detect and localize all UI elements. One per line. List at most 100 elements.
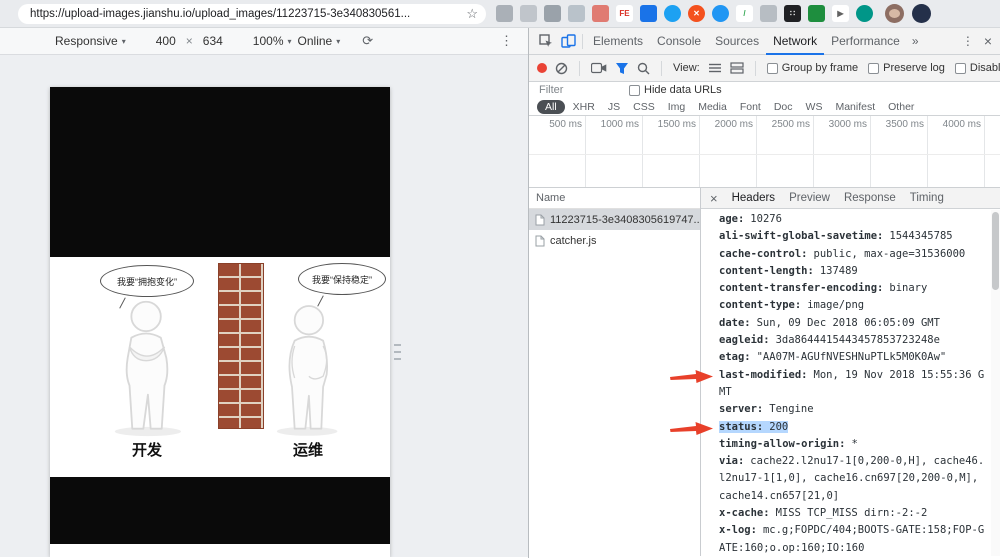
toolbar-checkbox[interactable]: Disable cache bbox=[954, 62, 1000, 74]
devtools-menu-icon[interactable]: ⋮ bbox=[957, 34, 980, 48]
type-filter-pill[interactable]: WS bbox=[801, 100, 828, 114]
type-filter-pill[interactable]: Manifest bbox=[830, 100, 880, 114]
type-filter-pill[interactable]: CSS bbox=[628, 100, 660, 114]
timeline-column: 1500 ms bbox=[643, 116, 700, 187]
timeline-column: 3000 ms bbox=[814, 116, 871, 187]
search-icon[interactable] bbox=[637, 62, 650, 75]
more-tabs-icon[interactable]: » bbox=[907, 34, 924, 48]
extension-icon[interactable]: ✕ bbox=[688, 5, 705, 22]
toolbar-checkbox[interactable]: Group by frame bbox=[766, 62, 859, 74]
request-row[interactable]: 11223715-3e3408305619747... bbox=[529, 209, 700, 230]
toggle-device-toolbar-icon[interactable] bbox=[557, 28, 579, 55]
detail-tab-bar: × Headers Preview Response Timing bbox=[701, 188, 1000, 209]
checkbox-icon[interactable] bbox=[629, 84, 640, 96]
header-name: date: bbox=[719, 316, 751, 329]
type-filter-pill[interactable]: XHR bbox=[568, 100, 600, 114]
network-toolbar: View: Group by frame Preserve log Disab bbox=[529, 55, 1000, 82]
extension-icon[interactable] bbox=[712, 5, 729, 22]
zoom-select[interactable]: 100% ▾ bbox=[253, 34, 292, 48]
divider bbox=[582, 33, 583, 49]
divider bbox=[754, 60, 756, 76]
inspect-element-icon[interactable] bbox=[535, 28, 557, 55]
clear-network-log-icon[interactable] bbox=[555, 62, 568, 75]
page-black-footer bbox=[50, 477, 390, 544]
type-filter-pill[interactable]: Img bbox=[663, 100, 691, 114]
devtools-close-icon[interactable]: × bbox=[980, 33, 1000, 49]
devtools-tab[interactable]: Elements bbox=[586, 28, 650, 55]
show-overview-icon[interactable] bbox=[730, 62, 744, 74]
rotate-device-icon[interactable]: ⟳ bbox=[362, 33, 373, 49]
extension-icon[interactable] bbox=[856, 5, 873, 22]
capture-screenshots-icon[interactable] bbox=[591, 62, 607, 74]
type-filter-pill[interactable]: Font bbox=[735, 100, 766, 114]
devtools-tab-bar: Elements Console Sources Network Performance… bbox=[529, 28, 1000, 55]
devtools-tab[interactable]: Sources bbox=[708, 28, 766, 55]
extension-icon[interactable] bbox=[568, 5, 585, 22]
devtools-tabs: Elements Console Sources Network Performance bbox=[586, 28, 907, 54]
toolbar-checkbox[interactable]: Preserve log bbox=[868, 62, 945, 74]
account-icon[interactable] bbox=[912, 4, 931, 23]
extension-icon[interactable] bbox=[664, 5, 681, 22]
checkbox-icon[interactable] bbox=[954, 62, 966, 74]
label-operations: 运维 bbox=[292, 442, 323, 459]
type-filter-pill[interactable]: Doc bbox=[769, 100, 798, 114]
extension-icon[interactable] bbox=[760, 5, 777, 22]
type-filter-pill[interactable]: JS bbox=[603, 100, 625, 114]
viewport-height-input[interactable]: 634 bbox=[203, 34, 223, 48]
header-value: 200 bbox=[769, 420, 789, 433]
network-overview-timeline[interactable]: 500 ms 1000 ms 1500 ms 2000 ms 2500 ms 3… bbox=[529, 116, 1000, 188]
extension-icon[interactable]: ▶ bbox=[832, 5, 849, 22]
viewport-width-input[interactable]: 400 bbox=[156, 34, 176, 48]
header-value: 3da8644415443457853723248e bbox=[775, 334, 940, 347]
extension-icon[interactable]: / bbox=[736, 5, 753, 22]
devtools-tab[interactable]: Console bbox=[650, 28, 708, 55]
header-value: Tengine bbox=[769, 403, 814, 416]
checkbox-icon[interactable] bbox=[868, 62, 880, 74]
devtools-tab[interactable]: Performance bbox=[824, 28, 907, 55]
record-network-log-button[interactable] bbox=[537, 63, 547, 73]
throttling-select[interactable]: Online ▾ bbox=[298, 34, 341, 48]
viewport-resize-grip[interactable] bbox=[394, 339, 401, 365]
address-bar[interactable]: https://upload-images.jianshu.io/upload_… bbox=[18, 3, 486, 24]
header-name: x-log: bbox=[719, 524, 757, 537]
type-filter-pill[interactable]: All bbox=[537, 99, 565, 114]
extension-icon[interactable]: ∷ bbox=[784, 5, 801, 22]
close-detail-icon[interactable]: × bbox=[705, 191, 723, 206]
type-filter-pill[interactable]: Media bbox=[693, 100, 732, 114]
devtools-tab[interactable]: Network bbox=[766, 28, 824, 55]
header-name: age: bbox=[719, 213, 745, 225]
hide-data-urls-checkbox[interactable]: Hide data URLs bbox=[629, 84, 722, 96]
detail-tab[interactable]: Timing bbox=[903, 188, 951, 209]
extension-icon[interactable] bbox=[640, 5, 657, 22]
device-mode-select[interactable]: Responsive ▾ bbox=[55, 34, 126, 48]
type-filter-pill[interactable]: Other bbox=[883, 100, 919, 114]
header-value: cache22.l2nu17-1[0,200-0,H], cache46.l2n… bbox=[719, 455, 985, 502]
extension-icon[interactable]: FE bbox=[616, 5, 633, 22]
detail-tab[interactable]: Preview bbox=[782, 188, 837, 209]
profile-avatar[interactable] bbox=[885, 4, 904, 23]
extension-icon[interactable] bbox=[544, 5, 561, 22]
timeline-column: 2500 ms bbox=[757, 116, 814, 187]
bookmark-star-icon[interactable]: ☆ bbox=[466, 6, 478, 22]
extension-icon[interactable] bbox=[808, 5, 825, 22]
response-header-row: x-cache: MISS TCP_MISS dirn:-2:-2 bbox=[719, 505, 986, 522]
filter-input[interactable] bbox=[539, 84, 615, 96]
extension-icon[interactable] bbox=[496, 5, 513, 22]
scrollbar-thumb[interactable] bbox=[992, 212, 999, 290]
device-toolbar-menu-icon[interactable]: ⋮ bbox=[500, 33, 514, 49]
use-large-rows-icon[interactable] bbox=[708, 62, 722, 74]
detail-tab[interactable]: Headers bbox=[725, 188, 782, 209]
checkbox-label: Group by frame bbox=[781, 62, 859, 74]
detail-tab[interactable]: Response bbox=[837, 188, 903, 209]
name-column-header[interactable]: Name bbox=[529, 188, 700, 209]
timeline-tick-label: 3500 ms bbox=[885, 119, 924, 130]
url-text[interactable]: https://upload-images.jianshu.io/upload_… bbox=[30, 8, 460, 20]
scrollbar[interactable] bbox=[991, 210, 1000, 556]
header-value: 137489 bbox=[819, 264, 858, 277]
extension-icon[interactable] bbox=[592, 5, 609, 22]
request-row[interactable]: catcher.js bbox=[529, 230, 700, 251]
extension-icon[interactable] bbox=[520, 5, 537, 22]
filter-icon[interactable] bbox=[615, 62, 629, 75]
checkbox-icon[interactable] bbox=[766, 62, 778, 74]
file-icon bbox=[535, 214, 545, 226]
